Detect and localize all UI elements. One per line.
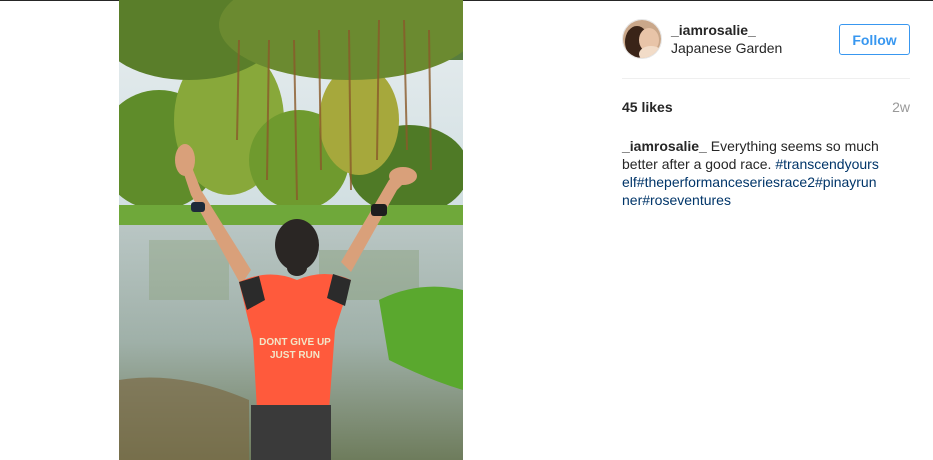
post-header: _iamrosalie_ Japanese Garden Follow (622, 19, 912, 61)
likes-count[interactable]: 45 likes (622, 99, 673, 115)
shirt-text-line2: JUST RUN (270, 350, 320, 361)
post-photo[interactable]: DONT GIVE UP JUST RUN (119, 0, 463, 460)
shirt-text-line1: DONT GIVE UP (259, 337, 331, 348)
post-time[interactable]: 2w (892, 99, 910, 115)
avatar-image (623, 20, 661, 58)
username-link[interactable]: _iamrosalie_ (671, 22, 756, 38)
post-details-panel: _iamrosalie_ Japanese Garden Follow 45 l… (605, 0, 933, 460)
follow-button[interactable]: Follow (839, 24, 910, 55)
avatar[interactable] (622, 19, 662, 59)
header-divider (622, 78, 910, 79)
location-link[interactable]: Japanese Garden (671, 40, 782, 56)
caption-username[interactable]: _iamrosalie_ (622, 138, 707, 154)
hashtag-link[interactable]: #theperformanceseriesrace2 (637, 174, 815, 190)
post-caption: _iamrosalie_ Everything seems so much be… (622, 137, 884, 209)
post-photo-illustration: DONT GIVE UP JUST RUN (119, 0, 463, 460)
hashtag-link[interactable]: #roseventures (642, 192, 731, 208)
